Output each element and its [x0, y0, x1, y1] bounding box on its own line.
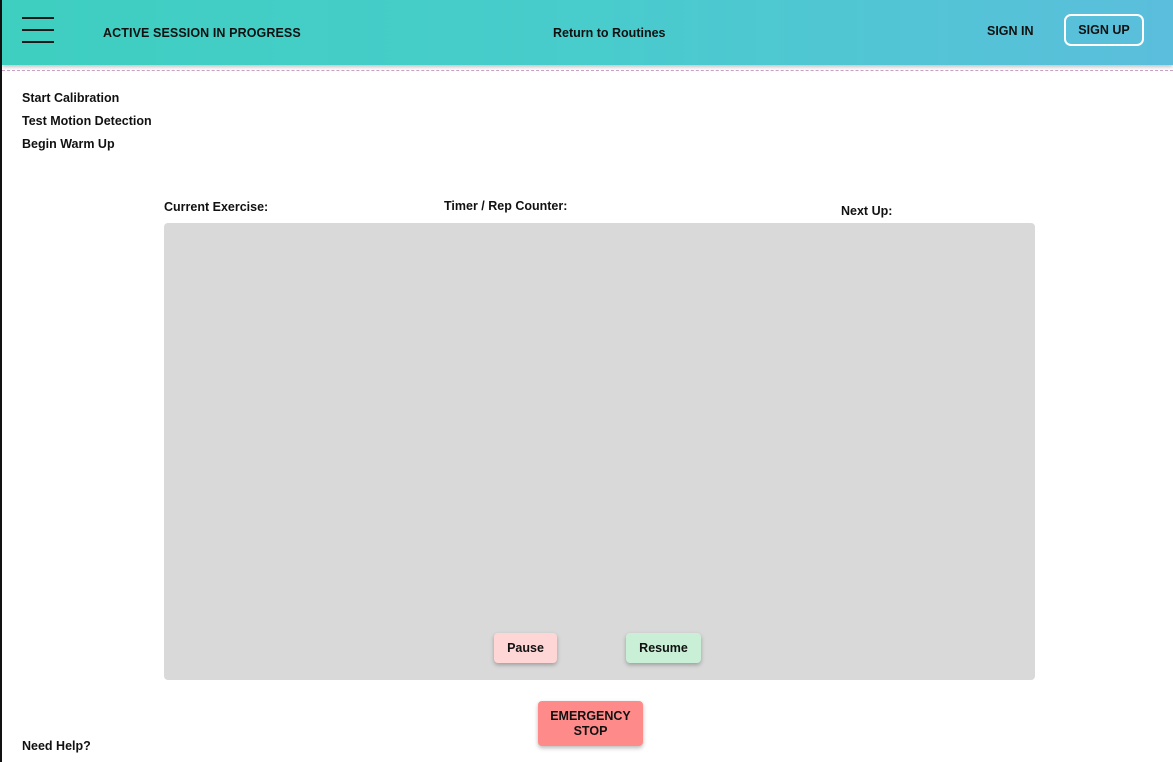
side-menu-item-start-calibration[interactable]: Start Calibration — [22, 91, 152, 114]
top-navigation-bar: ACTIVE SESSION IN PROGRESS Return to Rou… — [2, 0, 1173, 65]
sign-in-link[interactable]: SIGN IN — [987, 24, 1034, 38]
session-status-title: ACTIVE SESSION IN PROGRESS — [103, 26, 301, 40]
current-exercise-label: Current Exercise: — [164, 200, 269, 214]
hamburger-menu-icon[interactable] — [22, 17, 54, 43]
side-menu-item-begin-warm-up[interactable]: Begin Warm Up — [22, 137, 152, 160]
need-help-link[interactable]: Need Help? — [22, 739, 91, 753]
menu-line — [22, 29, 54, 31]
timer-rep-counter-label: Timer / Rep Counter: — [444, 199, 568, 213]
exercise-video-area — [164, 223, 1035, 680]
side-menu: Start Calibration Test Motion Detection … — [22, 91, 152, 160]
resume-button[interactable]: Resume — [626, 633, 701, 663]
next-up-label: Next Up: — [841, 204, 893, 218]
menu-line — [22, 17, 54, 19]
sign-up-button[interactable]: SIGN UP — [1064, 14, 1144, 46]
pause-button[interactable]: Pause — [494, 633, 557, 663]
menu-line — [22, 41, 54, 43]
app-window: ACTIVE SESSION IN PROGRESS Return to Rou… — [0, 0, 1173, 762]
header-divider — [2, 70, 1173, 71]
side-menu-item-test-motion-detection[interactable]: Test Motion Detection — [22, 114, 152, 137]
return-to-routines-link[interactable]: Return to Routines — [553, 26, 666, 40]
emergency-stop-button[interactable]: EMERGENCY STOP — [538, 701, 643, 746]
